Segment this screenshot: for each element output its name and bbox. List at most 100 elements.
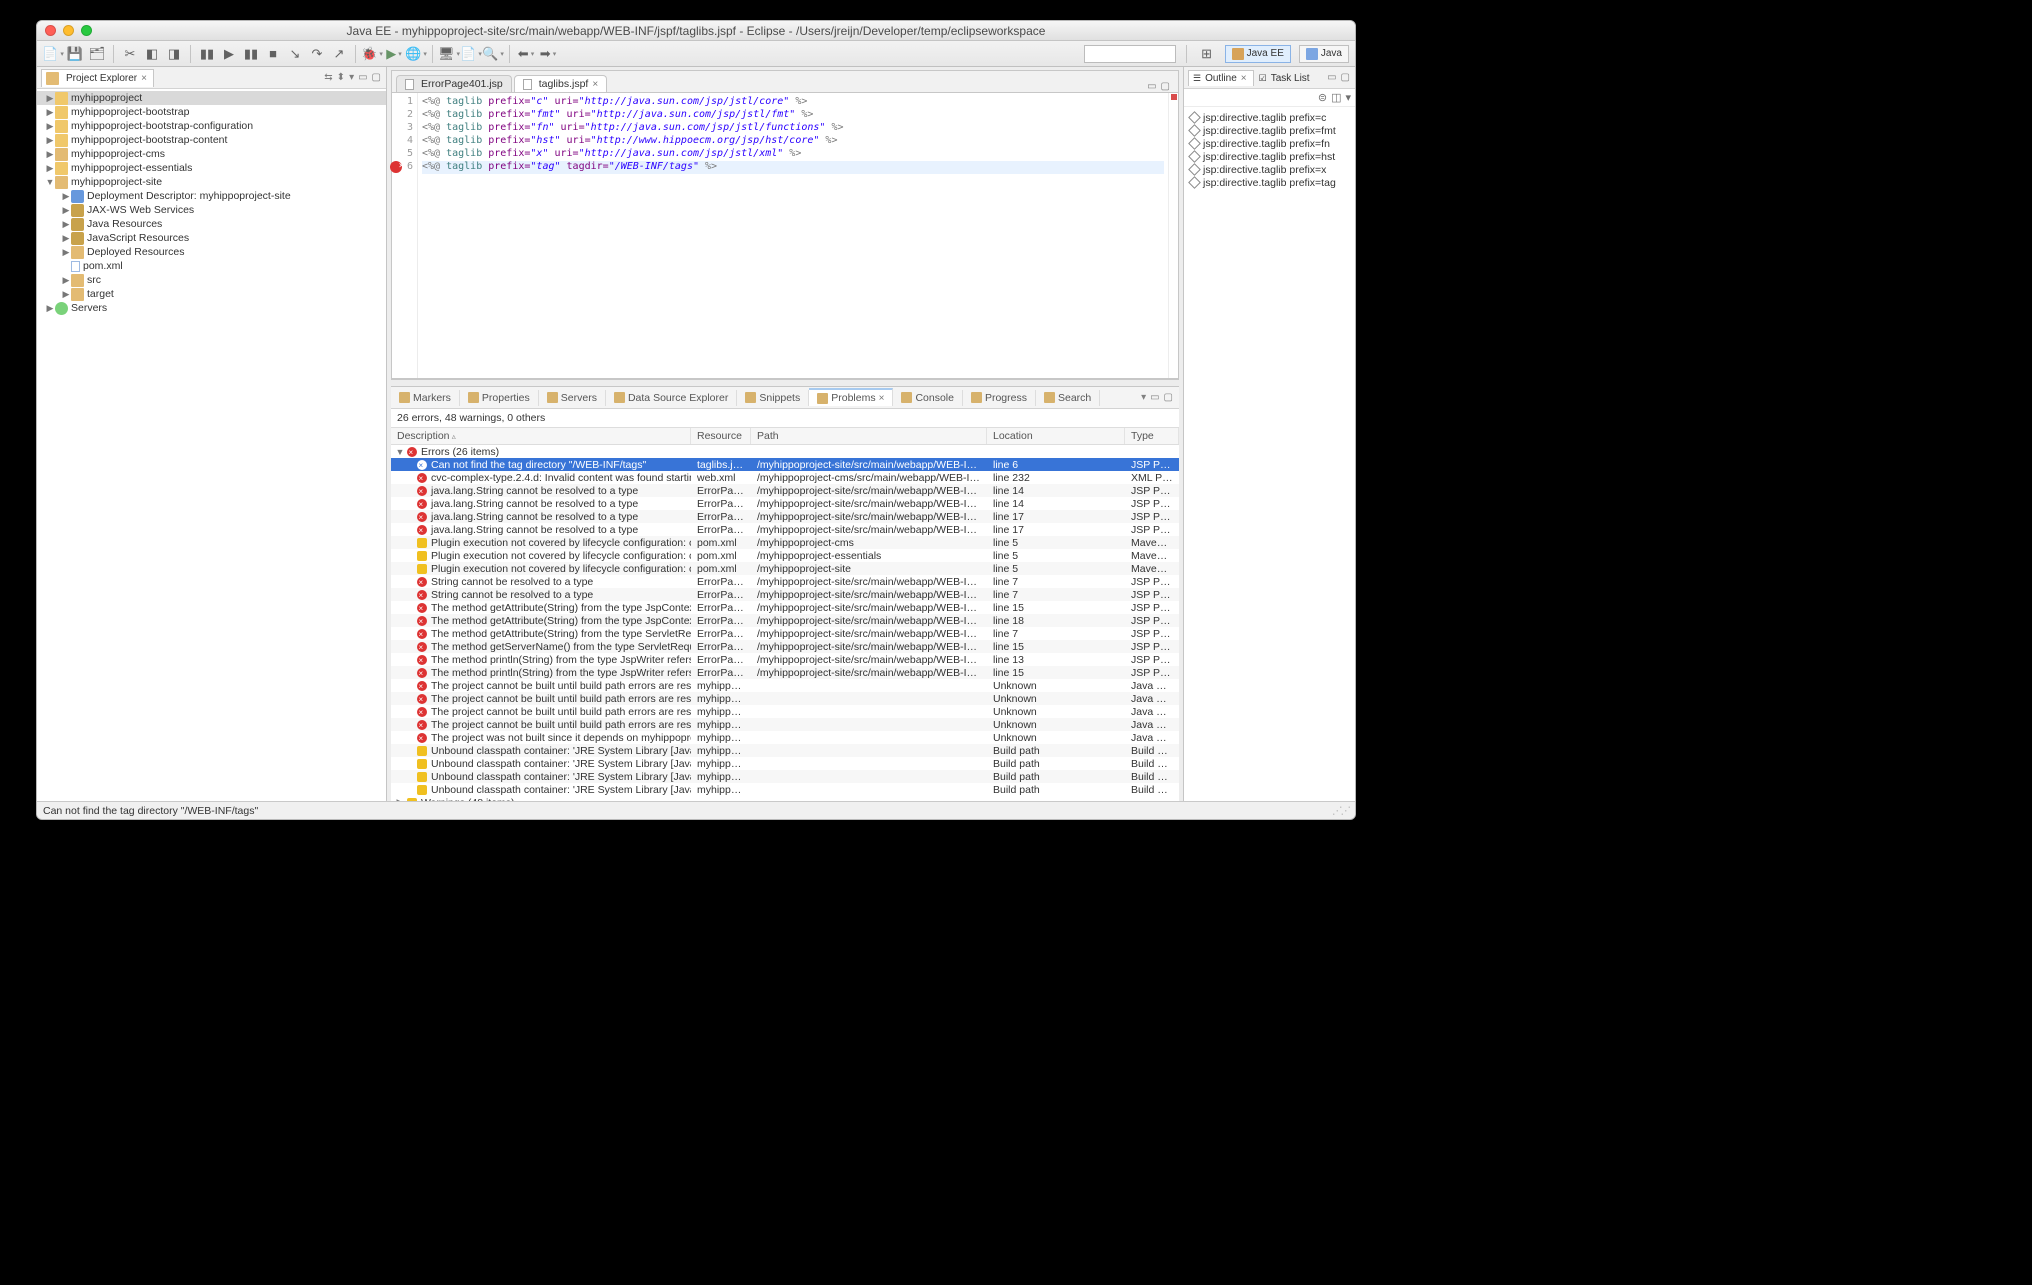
error-marker-icon[interactable] [390,161,402,173]
view-menu-icon[interactable]: ▾ [1345,91,1351,104]
view-menu-icon[interactable]: ▾ [348,72,355,83]
bottom-tab-markers[interactable]: Markers [391,390,460,406]
outline-tab[interactable]: ☰ Outline × [1188,70,1254,86]
maximize-view-icon[interactable]: ▢ [371,72,382,83]
problem-row[interactable]: The method getServerName() from the type… [391,640,1179,653]
column-type[interactable]: Type [1125,428,1179,444]
close-tab-icon[interactable]: × [592,79,598,90]
outline-item[interactable]: jsp:directive.taglib prefix=x [1190,163,1349,176]
problem-row[interactable]: The method println(String) from the type… [391,666,1179,679]
editor-body[interactable]: 123456 <%@ taglib prefix="c" uri="http:/… [392,93,1178,379]
close-icon[interactable]: × [879,393,885,404]
minimize-editor-icon[interactable]: ▭ [1147,81,1156,92]
bottom-tab-search[interactable]: Search [1036,390,1100,406]
problem-row[interactable]: Plugin execution not covered by lifecycl… [391,562,1179,575]
disclosure-icon[interactable]: ▶ [45,303,55,314]
outline-item[interactable]: jsp:directive.taglib prefix=fn [1190,137,1349,150]
collapse-all-icon[interactable]: ⇆ [323,72,333,83]
new-dropdown-button[interactable]: 📄 [43,44,63,64]
ruler-error-marker[interactable] [1171,94,1177,100]
disclosure-icon[interactable]: ▶ [61,191,71,202]
problem-row[interactable]: Unbound classpath container: 'JRE System… [391,783,1179,796]
tree-item[interactable]: ▼myhippoproject-site [37,175,386,189]
search-dropdown-button[interactable]: 🔍 [483,44,503,64]
disclosure-icon[interactable]: ▶ [45,121,55,132]
outline-item[interactable]: jsp:directive.taglib prefix=hst [1190,150,1349,163]
perspective-javaee[interactable]: Java EE [1225,45,1291,63]
skip-icon[interactable]: ▮▮ [197,44,217,64]
tree-item[interactable]: ▶myhippoproject [37,91,386,105]
bottom-tab-servers[interactable]: Servers [539,390,606,406]
problem-row[interactable]: Plugin execution not covered by lifecycl… [391,549,1179,562]
column-description[interactable]: Description [391,428,691,444]
resume-icon[interactable]: ▶ [219,44,239,64]
problem-row[interactable]: cvc-complex-type.2.4.d: Invalid content … [391,471,1179,484]
problem-row[interactable]: The project cannot be built until build … [391,692,1179,705]
disclosure-icon[interactable]: ▼ [45,177,55,187]
overview-ruler[interactable] [1168,93,1178,378]
outline-item[interactable]: jsp:directive.taglib prefix=fmt [1190,124,1349,137]
problem-row[interactable]: String cannot be resolved to a typeError… [391,588,1179,601]
editor-code[interactable]: <%@ taglib prefix="c" uri="http://java.s… [418,93,1168,378]
disclosure-icon[interactable]: ▶ [61,219,71,230]
problem-row[interactable]: The method getAttribute(String) from the… [391,614,1179,627]
maximize-editor-icon[interactable]: ▢ [1161,81,1170,92]
disclosure-icon[interactable]: ▶ [45,107,55,118]
item-icon[interactable]: ◨ [164,44,184,64]
problem-row[interactable]: Plugin execution not covered by lifecycl… [391,536,1179,549]
problem-row[interactable]: The project cannot be built until build … [391,718,1179,731]
tree-item[interactable]: ▶Deployed Resources [37,245,386,259]
bottom-tab-console[interactable]: Console [893,390,963,406]
disclosure-icon[interactable]: ▶ [61,289,71,300]
column-path[interactable]: Path [751,428,987,444]
problems-table[interactable]: Description Resource Path Location Type … [391,427,1179,801]
problem-row[interactable]: The method getAttribute(String) from the… [391,627,1179,640]
problem-row[interactable]: The project was not built since it depen… [391,731,1179,744]
tree-item[interactable]: ▶target [37,287,386,301]
tree-item[interactable]: ▶JavaScript Resources [37,231,386,245]
terminate-icon[interactable]: ■ [263,44,283,64]
problem-row[interactable]: Unbound classpath container: 'JRE System… [391,770,1179,783]
problem-row[interactable]: Can not find the tag directory "/WEB-INF… [391,458,1179,471]
problem-row[interactable]: Unbound classpath container: 'JRE System… [391,757,1179,770]
disclosure-icon[interactable]: ▶ [61,247,71,258]
errors-group[interactable]: ▼Errors (26 items) [391,445,1179,458]
tree-item[interactable]: ▶myhippoproject-essentials [37,161,386,175]
problems-table-header[interactable]: Description Resource Path Location Type [391,427,1179,445]
problem-row[interactable]: The project cannot be built until build … [391,705,1179,718]
new-file-dropdown-button[interactable]: 📄 [461,44,481,64]
item-icon[interactable]: ◧ [142,44,162,64]
disclosure-icon[interactable]: ▶ [45,149,55,160]
disclosure-icon[interactable]: ▶ [45,163,55,174]
column-location[interactable]: Location [987,428,1125,444]
open-perspective-button[interactable]: ⊞ [1197,44,1217,64]
minimize-view-icon[interactable]: ▭ [357,72,368,83]
tree-item[interactable]: ▶Java Resources [37,217,386,231]
column-resource[interactable]: Resource [691,428,751,444]
forward-button[interactable]: ➡ [538,44,558,64]
tree-item[interactable]: ▶myhippoproject-cms [37,147,386,161]
bottom-tab-progress[interactable]: Progress [963,390,1036,406]
new-server-dropdown-button[interactable]: 🖥 [439,44,459,64]
bottom-tab-problems[interactable]: Problems× [809,388,893,406]
bottom-tab-snippets[interactable]: Snippets [737,390,809,406]
problem-row[interactable]: String cannot be resolved to a typeError… [391,575,1179,588]
bottom-tab-data-source-explorer[interactable]: Data Source Explorer [606,390,737,406]
disclosure-icon[interactable]: ▶ [45,135,55,146]
tree-item[interactable]: ▶myhippoproject-bootstrap [37,105,386,119]
problem-row[interactable]: The method getAttribute(String) from the… [391,601,1179,614]
project-explorer-tab[interactable]: Project Explorer × [41,69,154,87]
tree-item[interactable]: pom.xml [37,259,386,273]
close-icon[interactable]: × [1241,73,1247,84]
outline-list[interactable]: jsp:directive.taglib prefix=cjsp:directi… [1184,107,1355,801]
disclosure-icon[interactable]: ▶ [61,205,71,216]
problem-row[interactable]: The project cannot be built until build … [391,679,1179,692]
save-all-button[interactable]: 🗂 [87,44,107,64]
cut-icon[interactable]: ✂︎ [120,44,140,64]
disclosure-icon[interactable]: ▶ [45,93,55,104]
run-dropdown-button[interactable]: ▶ [384,44,404,64]
perspective-java[interactable]: Java [1299,45,1349,63]
bottom-tab-properties[interactable]: Properties [460,390,539,406]
step-return-icon[interactable]: ↗ [329,44,349,64]
editor-tab-errorpage401[interactable]: ErrorPage401.jsp [396,75,512,92]
